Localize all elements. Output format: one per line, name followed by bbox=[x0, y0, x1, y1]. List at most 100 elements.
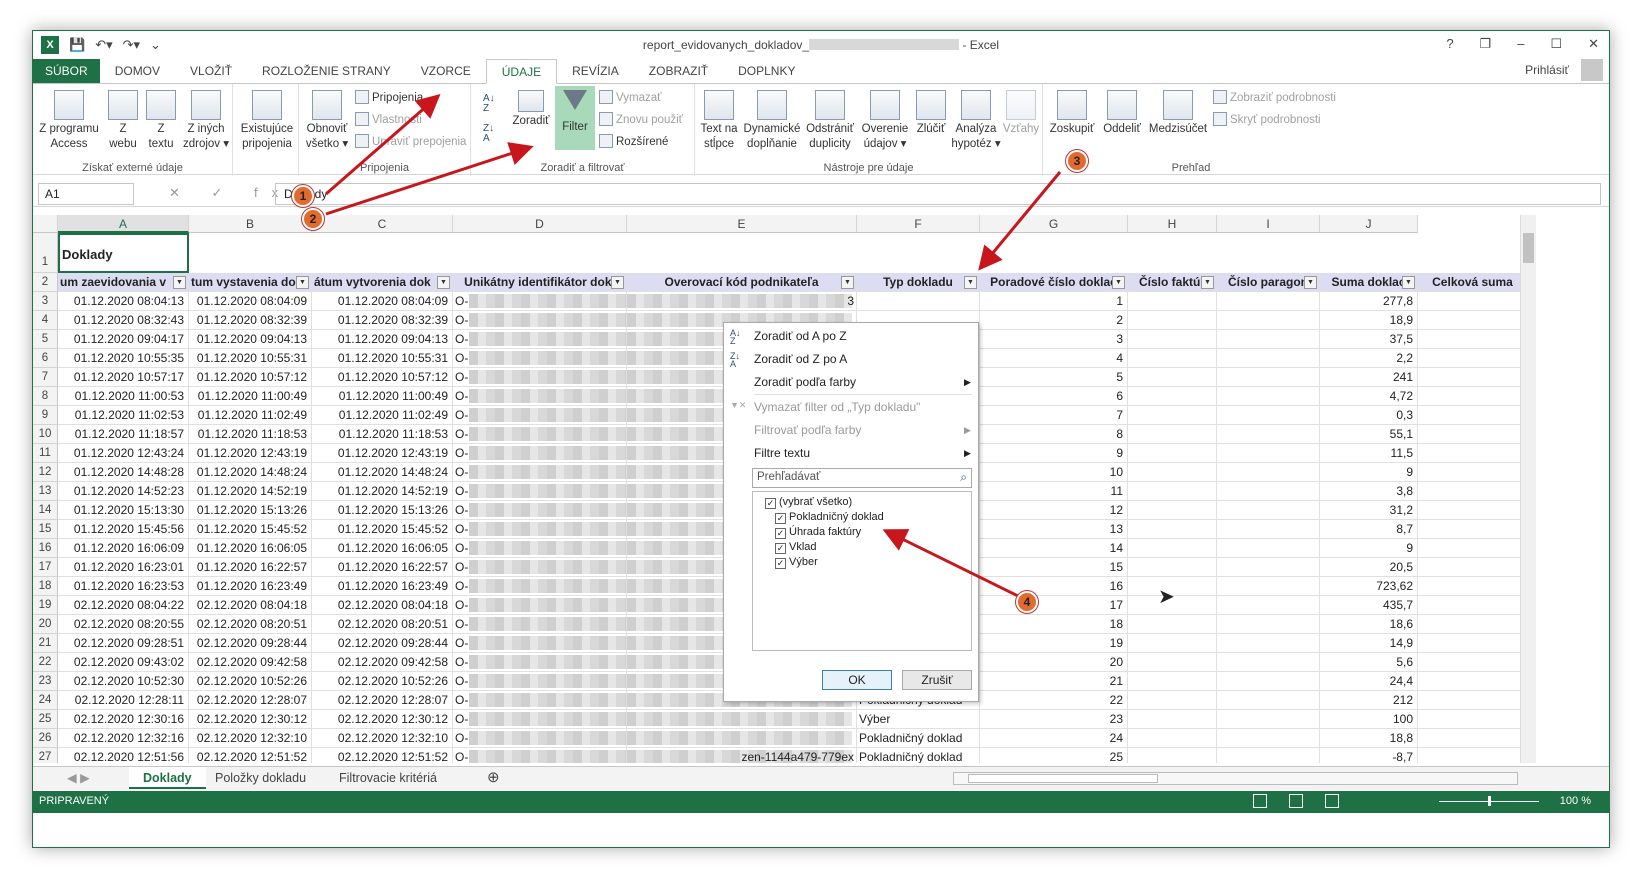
row-header[interactable]: 22 bbox=[33, 653, 58, 672]
table-cell[interactable]: 02.12.2020 08:04:18 bbox=[189, 596, 312, 615]
row-header[interactable]: 24 bbox=[33, 691, 58, 710]
filter-item-vyber[interactable]: ✓ Výber bbox=[775, 555, 818, 569]
table-cell[interactable]: 8 bbox=[980, 425, 1128, 444]
table-cell[interactable]: O- bbox=[453, 292, 627, 311]
table-cell[interactable] bbox=[1217, 710, 1320, 729]
table-header-cell[interactable]: Celková suma bbox=[1418, 273, 1520, 292]
table-cell[interactable]: O- bbox=[453, 672, 627, 691]
table-cell[interactable] bbox=[627, 729, 857, 748]
table-cell[interactable] bbox=[1217, 387, 1320, 406]
row-header[interactable]: 13 bbox=[33, 482, 58, 501]
table-cell[interactable]: O- bbox=[453, 444, 627, 463]
table-cell[interactable] bbox=[1128, 425, 1217, 444]
table-cell[interactable]: Výber bbox=[857, 710, 980, 729]
table-cell[interactable]: 435,7 bbox=[1320, 596, 1418, 615]
table-cell[interactable]: 01.12.2020 16:22:57 bbox=[312, 558, 453, 577]
table-cell[interactable]: 01.12.2020 15:13:26 bbox=[189, 501, 312, 520]
tab-page-layout[interactable]: ROZLOŽENIE STRANY bbox=[247, 59, 406, 83]
row-header[interactable]: 8 bbox=[33, 387, 58, 406]
ribbon-display-button[interactable]: ❐ bbox=[1480, 36, 1492, 52]
formula-controls[interactable]: ✕ ✓ fx bbox=[169, 185, 292, 201]
table-cell[interactable]: 02.12.2020 08:20:51 bbox=[312, 615, 453, 634]
table-cell[interactable] bbox=[1128, 349, 1217, 368]
table-cell[interactable]: O- bbox=[453, 330, 627, 349]
table-cell[interactable]: 4,72 bbox=[1320, 387, 1418, 406]
table-cell[interactable]: 3 bbox=[980, 330, 1128, 349]
consolidate-button[interactable]: Zlúčiť bbox=[911, 90, 951, 137]
filter-item-select-all[interactable]: ✓ (vybrať všetko) bbox=[765, 495, 852, 509]
table-cell[interactable]: 01.12.2020 11:02:49 bbox=[312, 406, 453, 425]
zoom-level[interactable]: 100 % bbox=[1560, 795, 1591, 807]
table-cell[interactable]: O- bbox=[453, 349, 627, 368]
table-cell[interactable] bbox=[1217, 425, 1320, 444]
table-cell[interactable]: 01.12.2020 10:57:12 bbox=[312, 368, 453, 387]
table-cell[interactable]: 1 bbox=[980, 292, 1128, 311]
tab-file[interactable]: SÚBOR bbox=[33, 59, 100, 83]
existing-connections-button[interactable]: Existujúce pripojenia bbox=[237, 90, 297, 152]
help-button[interactable]: ? bbox=[1446, 36, 1453, 52]
table-cell[interactable]: 01.12.2020 14:48:24 bbox=[189, 463, 312, 482]
table-cell[interactable] bbox=[1418, 710, 1520, 729]
table-cell[interactable]: 02.12.2020 10:52:26 bbox=[312, 672, 453, 691]
table-header-cell[interactable]: Typ dokladu ▼ bbox=[857, 273, 980, 292]
table-cell[interactable]: O- bbox=[453, 368, 627, 387]
table-header-cell[interactable]: Overovací kód podnikateľa ▼ bbox=[627, 273, 857, 292]
table-cell[interactable]: 5,6 bbox=[1320, 653, 1418, 672]
table-cell[interactable] bbox=[1418, 577, 1520, 596]
table-header-cell[interactable]: Suma doklac ▼ bbox=[1320, 273, 1418, 292]
table-cell[interactable]: O- bbox=[453, 463, 627, 482]
table-cell[interactable] bbox=[1217, 482, 1320, 501]
table-cell[interactable]: 01.12.2020 14:52:23 bbox=[58, 482, 189, 501]
menu-text-filters[interactable]: Filtre textu ▶ bbox=[754, 443, 974, 463]
table-cell[interactable]: 01.12.2020 11:02:53 bbox=[58, 406, 189, 425]
name-box[interactable]: A1 bbox=[38, 183, 134, 205]
table-cell[interactable]: 02.12.2020 12:51:52 bbox=[189, 748, 312, 763]
filter-dropdown-icon[interactable]: ▼ bbox=[841, 276, 854, 289]
table-cell[interactable]: O- bbox=[453, 634, 627, 653]
menu-sort-za[interactable]: Zoradiť od Z po A bbox=[754, 349, 847, 369]
row-header[interactable]: 15 bbox=[33, 520, 58, 539]
table-cell[interactable]: 01.12.2020 11:00:49 bbox=[312, 387, 453, 406]
table-cell[interactable] bbox=[1128, 311, 1217, 330]
table-cell[interactable]: 212 bbox=[1320, 691, 1418, 710]
table-cell[interactable]: O- bbox=[453, 520, 627, 539]
table-cell[interactable]: 01.12.2020 11:18:53 bbox=[312, 425, 453, 444]
table-cell[interactable] bbox=[1418, 615, 1520, 634]
table-cell[interactable]: O- bbox=[453, 558, 627, 577]
table-cell[interactable]: O- bbox=[453, 387, 627, 406]
filter-dropdown-icon[interactable]: ▼ bbox=[296, 276, 309, 289]
table-cell[interactable] bbox=[1217, 463, 1320, 482]
table-cell[interactable]: 02.12.2020 08:04:22 bbox=[58, 596, 189, 615]
from-text-button[interactable]: Ztextu bbox=[143, 90, 179, 152]
table-cell[interactable]: 02.12.2020 12:51:56 bbox=[58, 748, 189, 763]
row-header[interactable]: 26 bbox=[33, 729, 58, 748]
table-cell[interactable]: 12 bbox=[980, 501, 1128, 520]
filter-dropdown-icon[interactable]: ▼ bbox=[1112, 276, 1125, 289]
row-header[interactable]: 14 bbox=[33, 501, 58, 520]
table-cell[interactable] bbox=[1418, 330, 1520, 349]
add-sheet-icon[interactable]: ⊕ bbox=[473, 767, 514, 789]
table-cell[interactable] bbox=[1418, 463, 1520, 482]
table-cell[interactable] bbox=[1217, 406, 1320, 425]
table-cell[interactable]: O- bbox=[453, 501, 627, 520]
minimize-button[interactable]: – bbox=[1517, 36, 1524, 52]
row-header[interactable]: 11 bbox=[33, 444, 58, 463]
table-cell[interactable] bbox=[1128, 444, 1217, 463]
filter-dropdown-icon[interactable]: ▼ bbox=[173, 276, 186, 289]
table-header-cell[interactable]: tum vystavenia do ▼ bbox=[189, 273, 312, 292]
table-cell[interactable]: 01.12.2020 15:13:30 bbox=[58, 501, 189, 520]
table-cell[interactable]: 17 bbox=[980, 596, 1128, 615]
table-cell[interactable]: 2 bbox=[980, 311, 1128, 330]
table-header-cell[interactable]: átum vytvorenia dok ▼ bbox=[312, 273, 453, 292]
column-header-j[interactable]: J bbox=[1320, 215, 1418, 233]
sign-in-link[interactable]: Prihlásiť bbox=[1525, 63, 1569, 77]
table-cell[interactable]: 01.12.2020 16:06:05 bbox=[189, 539, 312, 558]
table-cell[interactable] bbox=[1418, 406, 1520, 425]
table-cell[interactable]: O- bbox=[453, 653, 627, 672]
relationships-button[interactable]: Vzťahy bbox=[1001, 90, 1041, 137]
table-cell[interactable] bbox=[1128, 368, 1217, 387]
column-header-e[interactable]: E bbox=[627, 215, 857, 233]
row-header[interactable]: 20 bbox=[33, 615, 58, 634]
row-header[interactable]: 7 bbox=[33, 368, 58, 387]
table-cell[interactable]: 24 bbox=[980, 729, 1128, 748]
